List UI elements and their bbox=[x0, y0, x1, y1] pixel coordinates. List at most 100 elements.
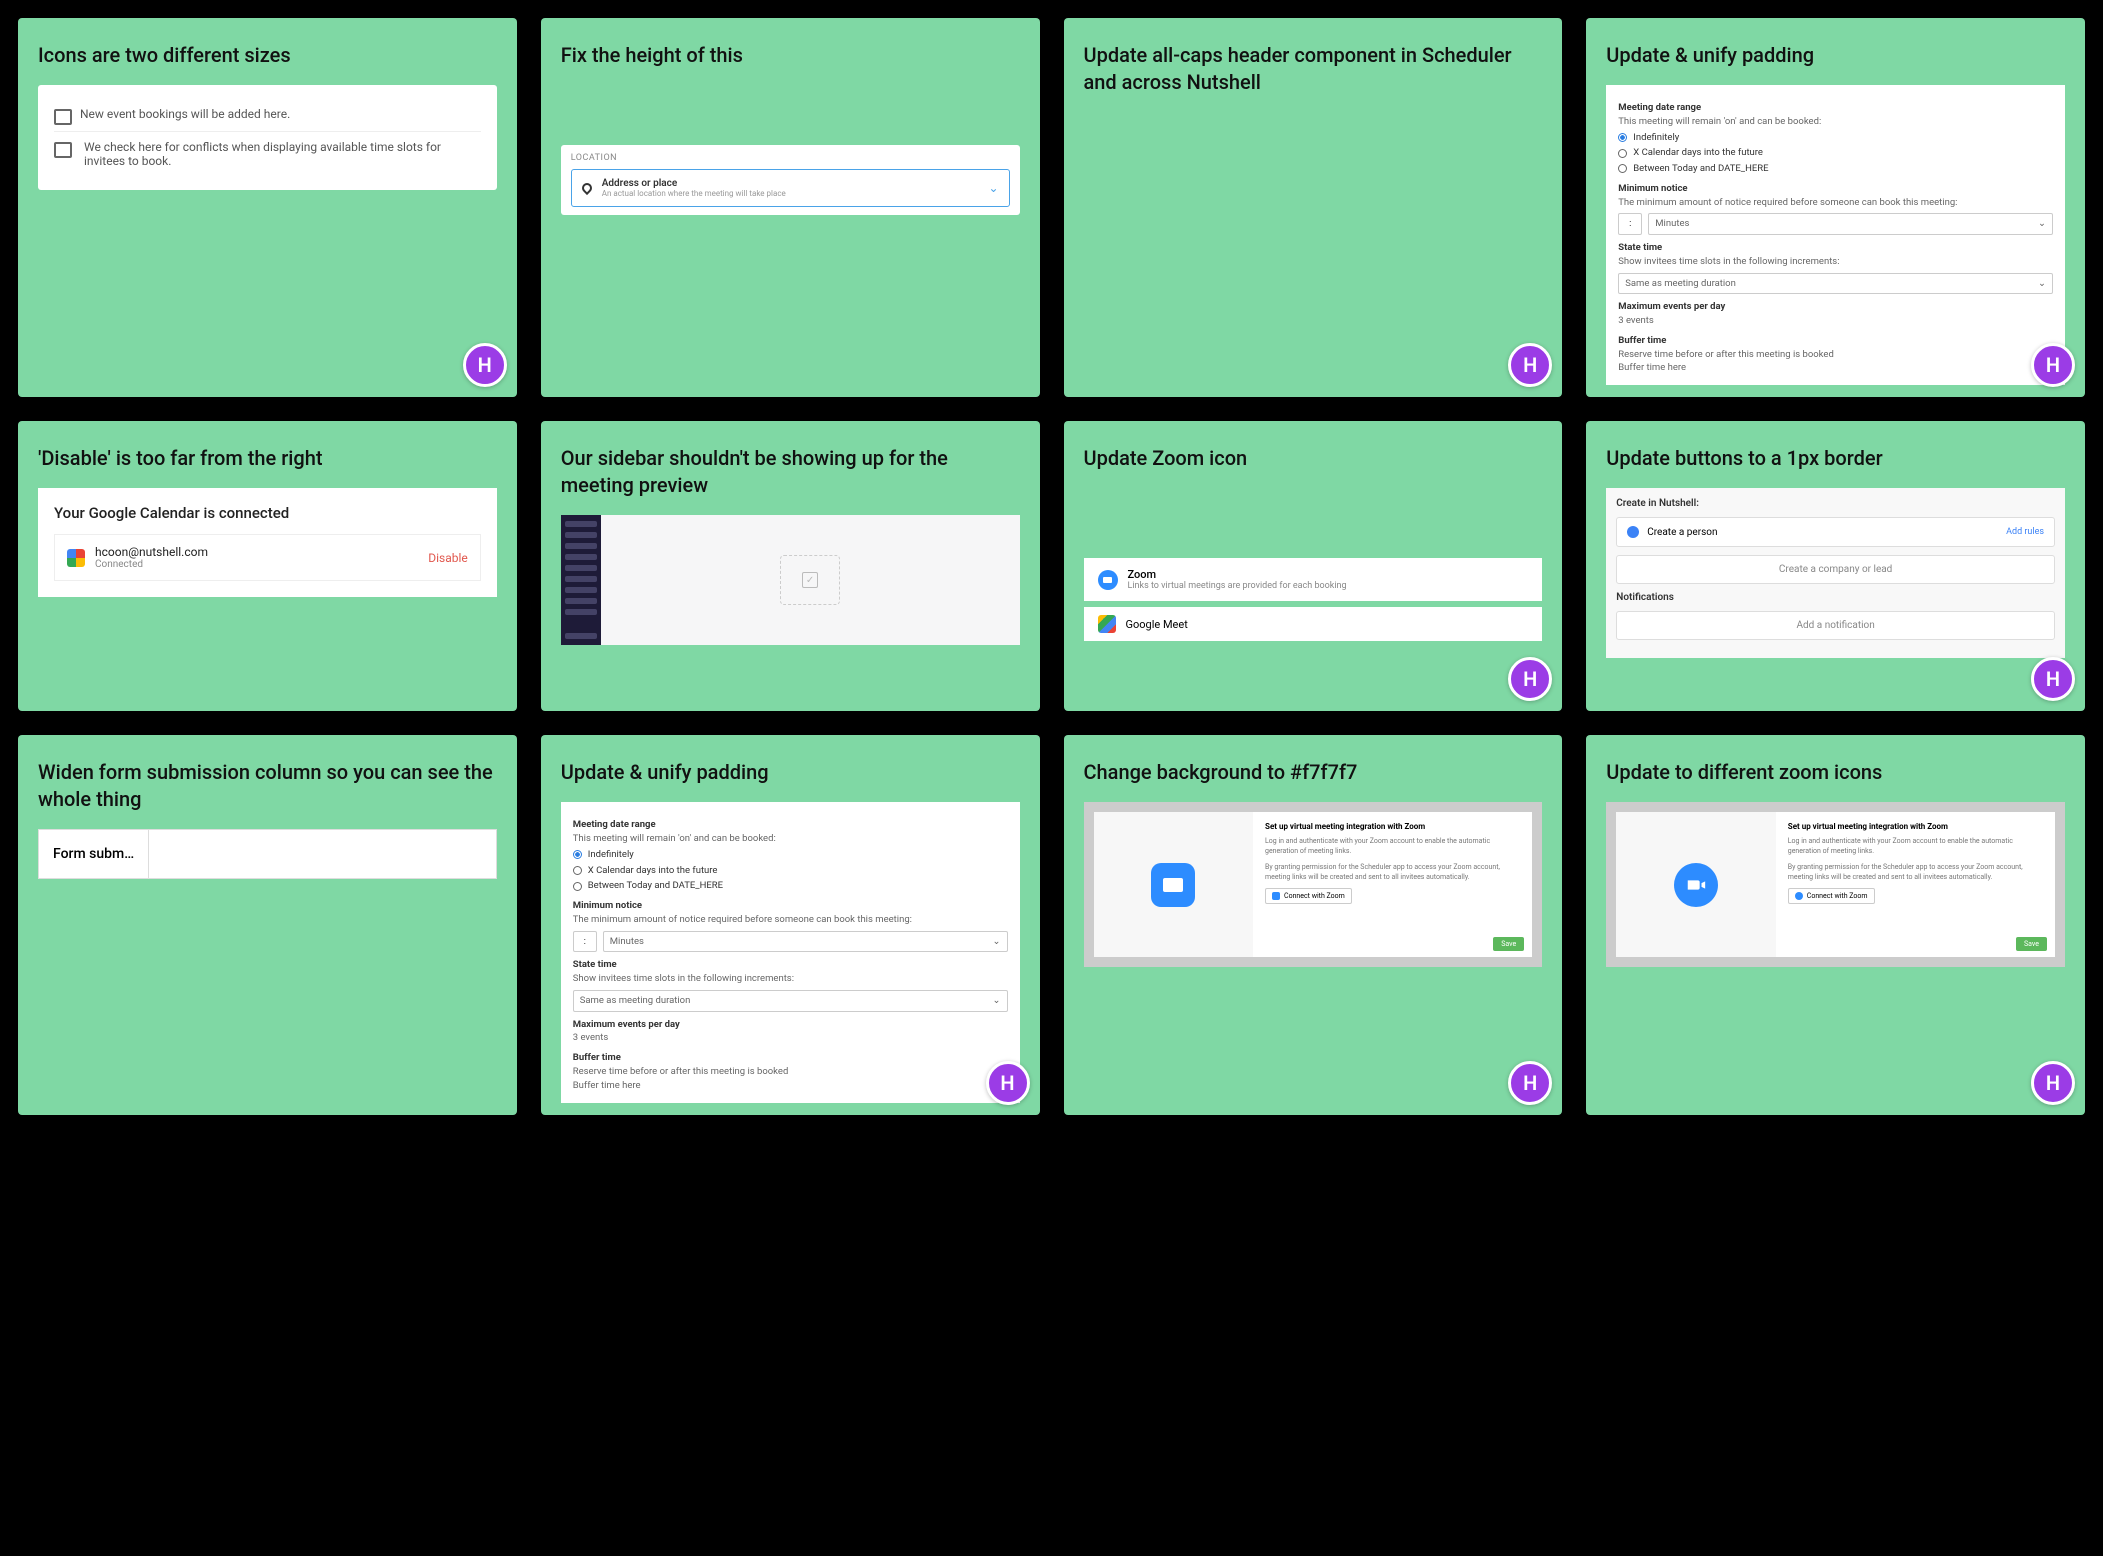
account-status: Connected bbox=[95, 559, 208, 570]
card-title: Update Zoom icon bbox=[1084, 445, 1543, 472]
modal-text: Log in and authenticate with your Zoom a… bbox=[1265, 837, 1520, 857]
save-button[interactable]: Save bbox=[2016, 937, 2047, 951]
card[interactable]: Update buttons to a 1px border Create in… bbox=[1586, 421, 2085, 711]
number-input[interactable]: : bbox=[1618, 213, 1642, 235]
radio-icon bbox=[573, 850, 582, 859]
card[interactable]: Update Zoom icon Zoom Links to virtual m… bbox=[1064, 421, 1563, 711]
card[interactable]: 'Disable' is too far from the right Your… bbox=[18, 421, 517, 711]
sidebar-item bbox=[565, 609, 597, 615]
dropzone: ✓ bbox=[780, 555, 840, 605]
chevron-down-icon: ⌄ bbox=[993, 994, 1001, 1008]
panel-text: We check here for conflicts when display… bbox=[84, 140, 481, 168]
radio-option[interactable]: Indefinitely bbox=[1618, 131, 2053, 145]
form-sub: The minimum amount of notice required be… bbox=[1618, 196, 2053, 210]
card[interactable]: Update & unify padding Meeting date rang… bbox=[541, 735, 1040, 1114]
chevron-down-icon: ⌄ bbox=[2038, 277, 2046, 291]
card[interactable]: Update all-caps header component in Sche… bbox=[1064, 18, 1563, 397]
avatar[interactable]: H bbox=[1508, 343, 1552, 387]
save-button[interactable]: Save bbox=[1493, 937, 1524, 951]
disable-link[interactable]: Disable bbox=[428, 551, 468, 565]
radio-icon bbox=[1618, 149, 1627, 158]
zoom-icon bbox=[1795, 892, 1803, 900]
sidebar-item bbox=[565, 598, 597, 604]
radio-option[interactable]: X Calendar days into the future bbox=[1618, 146, 2053, 160]
connect-zoom-button[interactable]: Connect with Zoom bbox=[1265, 888, 1352, 904]
avatar[interactable]: H bbox=[986, 1061, 1030, 1105]
card-title: Update buttons to a 1px border bbox=[1606, 445, 2065, 472]
card-title: Widen form submission column so you can … bbox=[38, 759, 497, 813]
radio-option[interactable]: Between Today and DATE_HERE bbox=[573, 879, 1008, 893]
add-notification-button[interactable]: Add a notification bbox=[1616, 611, 2055, 640]
integration-row[interactable]: Google Meet bbox=[1084, 607, 1543, 641]
account-email: hcoon@nutshell.com bbox=[95, 545, 208, 559]
card-title: Update & unify padding bbox=[1606, 42, 2065, 69]
number-input[interactable]: : bbox=[573, 931, 597, 953]
modal-preview: Set up virtual meeting integration with … bbox=[1606, 802, 2065, 967]
integration-name: Zoom bbox=[1128, 568, 1347, 581]
increment-select[interactable]: Same as meeting duration⌄ bbox=[1618, 273, 2053, 295]
calendar-icon bbox=[54, 142, 72, 160]
modal-text: Log in and authenticate with your Zoom a… bbox=[1788, 837, 2043, 857]
zoom-icon bbox=[1151, 863, 1195, 907]
radio-icon bbox=[1618, 164, 1627, 173]
form-value: Buffer time here bbox=[1618, 361, 2053, 375]
form-sub: Reserve time before or after this meetin… bbox=[1618, 348, 2053, 362]
chevron-down-icon: ⌄ bbox=[988, 181, 998, 195]
sidebar-item bbox=[565, 576, 597, 582]
radio-option[interactable]: Indefinitely bbox=[573, 848, 1008, 862]
option-title: Address or place bbox=[602, 178, 786, 189]
card[interactable]: Icons are two different sizes New event … bbox=[18, 18, 517, 397]
avatar[interactable]: H bbox=[2031, 657, 2075, 701]
card[interactable]: Our sidebar shouldn't be showing up for … bbox=[541, 421, 1040, 711]
radio-option[interactable]: Between Today and DATE_HERE bbox=[1618, 162, 2053, 176]
chevron-down-icon: ⌄ bbox=[2038, 217, 2046, 231]
nutshell-panel: Create in Nutshell: Create a person Add … bbox=[1606, 488, 2065, 658]
form-heading: Maximum events per day bbox=[1618, 300, 2053, 314]
zoom-icon bbox=[1272, 892, 1280, 900]
sidebar-item bbox=[565, 543, 597, 549]
form-heading: Buffer time bbox=[573, 1051, 1008, 1065]
radio-icon bbox=[573, 866, 582, 875]
section-label: LOCATION bbox=[571, 153, 1010, 163]
form-value: Buffer time here bbox=[573, 1079, 1008, 1093]
modal-text: By granting permission for the Scheduler… bbox=[1788, 863, 2043, 883]
settings-form-preview: Meeting date range This meeting will rem… bbox=[561, 802, 1020, 1102]
avatar[interactable]: H bbox=[2031, 343, 2075, 387]
connect-zoom-button[interactable]: Connect with Zoom bbox=[1788, 888, 1875, 904]
unit-select[interactable]: Minutes⌄ bbox=[1648, 213, 2053, 235]
form-sub: Show invitees time slots in the followin… bbox=[573, 972, 1008, 986]
form-heading: State time bbox=[1618, 241, 2053, 255]
form-heading: Maximum events per day bbox=[573, 1018, 1008, 1032]
sidebar-item bbox=[565, 532, 597, 538]
card[interactable]: Update & unify padding Meeting date rang… bbox=[1586, 18, 2085, 397]
avatar[interactable]: H bbox=[463, 343, 507, 387]
avatar[interactable]: H bbox=[1508, 657, 1552, 701]
modal-text: By granting permission for the Scheduler… bbox=[1265, 863, 1520, 883]
column-header: Form subm… bbox=[39, 830, 149, 878]
avatar[interactable]: H bbox=[2031, 1061, 2075, 1105]
table-preview: Form subm… bbox=[38, 829, 497, 879]
pin-icon bbox=[580, 181, 594, 195]
card[interactable]: Widen form submission column so you can … bbox=[18, 735, 517, 1114]
avatar[interactable]: H bbox=[1508, 1061, 1552, 1105]
form-heading: Meeting date range bbox=[573, 818, 1008, 832]
integration-sub: Links to virtual meetings are provided f… bbox=[1128, 581, 1347, 591]
increment-select[interactable]: Same as meeting duration⌄ bbox=[573, 990, 1008, 1012]
option-sub: An actual location where the meeting wil… bbox=[602, 189, 786, 198]
radio-icon bbox=[1618, 133, 1627, 142]
unit-select[interactable]: Minutes⌄ bbox=[603, 931, 1008, 953]
add-rules-link[interactable]: Add rules bbox=[2006, 527, 2044, 537]
create-person-button[interactable]: Create a person Add rules bbox=[1616, 517, 2055, 547]
card[interactable]: Update to different zoom icons Set up vi… bbox=[1586, 735, 2085, 1114]
create-company-button[interactable]: Create a company or lead bbox=[1616, 555, 2055, 584]
radio-option[interactable]: X Calendar days into the future bbox=[573, 864, 1008, 878]
zoom-icon bbox=[1674, 863, 1718, 907]
card[interactable]: Fix the height of this LOCATION Address … bbox=[541, 18, 1040, 397]
location-select[interactable]: Address or place An actual location wher… bbox=[571, 169, 1010, 207]
app-preview: ✓ bbox=[561, 515, 1020, 645]
card[interactable]: Change background to #f7f7f7 Set up virt… bbox=[1064, 735, 1563, 1114]
modal-title: Set up virtual meeting integration with … bbox=[1265, 822, 1520, 831]
checkbox-icon: ✓ bbox=[802, 572, 818, 588]
sidebar-item bbox=[565, 521, 597, 527]
integration-row[interactable]: Zoom Links to virtual meetings are provi… bbox=[1084, 558, 1543, 601]
